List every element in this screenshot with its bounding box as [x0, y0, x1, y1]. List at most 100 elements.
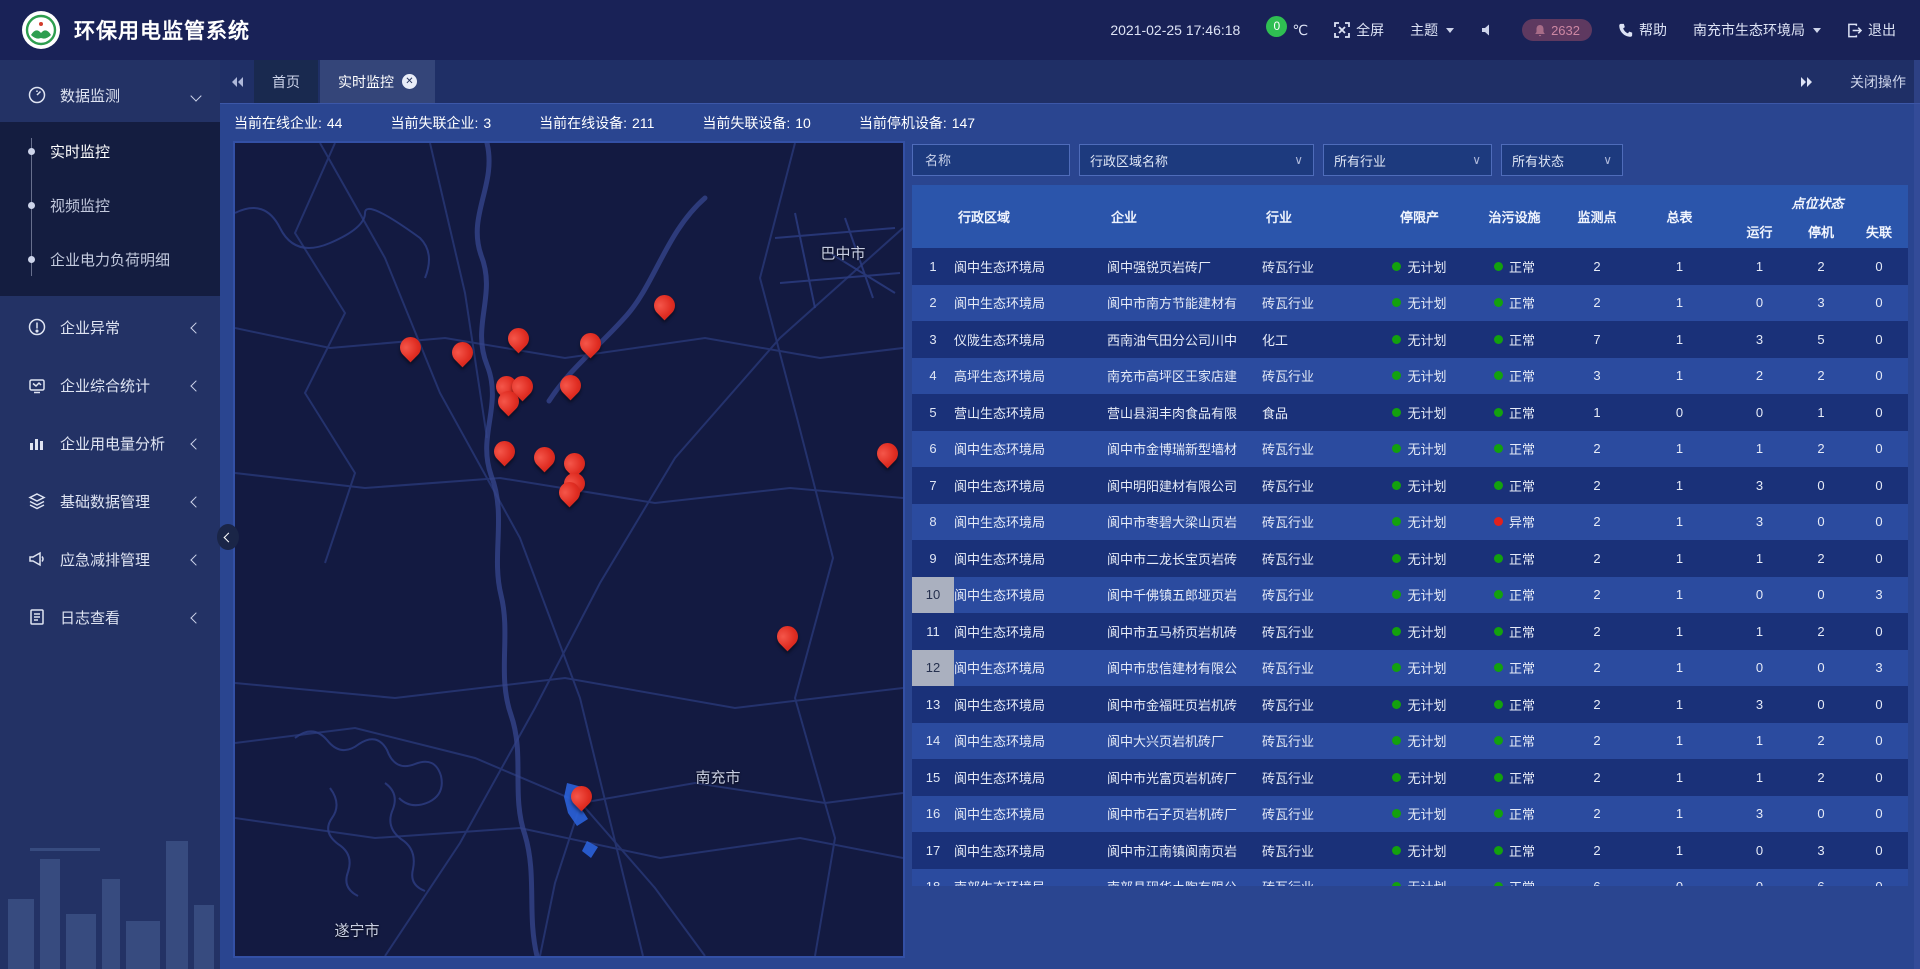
tabs-scroll-right-icon[interactable]	[1790, 76, 1824, 88]
table-row[interactable]: 5营山生态环境局营山县润丰肉食品有限食品无计划正常10010	[912, 394, 1908, 431]
table-row[interactable]: 15阆中生态环境局阆中市光富页岩机砖厂砖瓦行业无计划正常21120	[912, 759, 1908, 796]
mute-speaker-icon[interactable]	[1480, 22, 1496, 38]
stat-item: 当前失联设备:10	[702, 113, 810, 133]
sidebar-item-4[interactable]: 基础数据管理	[0, 474, 220, 528]
cell-region: 阆中生态环境局	[954, 577, 1107, 614]
cell-points: 2	[1562, 650, 1632, 687]
status-filter-select[interactable]: 所有状态 ∨	[1501, 144, 1623, 176]
table-row[interactable]: 7阆中生态环境局阆中明阳建材有限公司砖瓦行业无计划正常21300	[912, 467, 1908, 504]
region-filter-select[interactable]: 行政区域名称 ∨	[1079, 144, 1314, 176]
user-dropdown[interactable]: 南充市生态环境局	[1693, 20, 1821, 40]
cell-lost: 0	[1850, 248, 1908, 285]
tab-1[interactable]: 实时监控✕	[320, 60, 435, 103]
cell-stop: 3	[1792, 285, 1850, 322]
table-row[interactable]: 4高坪生态环境局南充市高坪区王家店建砖瓦行业无计划正常31220	[912, 358, 1908, 395]
stat-item: 当前失联企业:3	[390, 113, 491, 133]
cell-region: 阆中生态环境局	[954, 540, 1107, 577]
sidebar-item-label: 企业异常	[60, 317, 120, 338]
table-row[interactable]: 14阆中生态环境局阆中大兴页岩机砖厂砖瓦行业无计划正常21120	[912, 723, 1908, 760]
cell-limit-status: 无计划	[1372, 504, 1467, 541]
help-button[interactable]: 帮助	[1618, 20, 1667, 40]
scrollbar[interactable]	[1914, 60, 1920, 969]
theme-dropdown[interactable]: 主题	[1410, 20, 1454, 40]
sidebar-item-2[interactable]: 企业综合统计	[0, 358, 220, 412]
cell-limit-status: 无计划	[1372, 613, 1467, 650]
map-panel[interactable]: 巴中市南充市遂宁市	[233, 141, 905, 958]
column-header: 治污设施	[1467, 185, 1562, 248]
fullscreen-button[interactable]: 全屏	[1334, 20, 1384, 40]
status-dot-icon	[1494, 298, 1503, 307]
table-row[interactable]: 17阆中生态环境局阆中市江南镇阆南页岩砖瓦行业无计划正常21030	[912, 832, 1908, 869]
sidebar-item-1[interactable]: 企业异常	[0, 300, 220, 354]
cell-run: 3	[1727, 504, 1792, 541]
sidebar-subitem-0[interactable]: 实时监控	[0, 124, 220, 178]
cell-meters: 1	[1632, 540, 1727, 577]
cell-points: 2	[1562, 613, 1632, 650]
close-operations-button[interactable]: 关闭操作	[1850, 72, 1906, 92]
stat-label: 当前在线设备:	[539, 115, 627, 131]
row-number: 12	[912, 650, 954, 687]
logout-icon	[1847, 23, 1862, 38]
fullscreen-icon	[1334, 22, 1350, 38]
table-row[interactable]: 11阆中生态环境局阆中市五马桥页岩机砖砖瓦行业无计划正常21120	[912, 613, 1908, 650]
sidebar-subitem-1[interactable]: 视频监控	[0, 178, 220, 232]
table-row[interactable]: 2阆中生态环境局阆中市南方节能建材有砖瓦行业无计划正常21030	[912, 285, 1908, 322]
status-dot-icon	[1494, 627, 1503, 636]
sidebar-subitem-2[interactable]: 企业电力负荷明细	[0, 232, 220, 286]
cell-points: 2	[1562, 285, 1632, 322]
cell-stop: 3	[1792, 832, 1850, 869]
stat-item: 当前停机设备:147	[859, 113, 975, 133]
cell-stop: 2	[1792, 358, 1850, 395]
logout-button[interactable]: 退出	[1847, 20, 1896, 40]
table-row[interactable]: 8阆中生态环境局阆中市枣碧大梁山页岩砖瓦行业无计划异常21300	[912, 504, 1908, 541]
cell-company: 阆中强锐页岩砖厂	[1107, 248, 1262, 285]
bar-chart-icon	[28, 434, 48, 452]
sidebar-item-0[interactable]: 数据监测	[0, 68, 220, 122]
table-row[interactable]: 1阆中生态环境局阆中强锐页岩砖厂砖瓦行业无计划正常21120	[912, 248, 1908, 285]
table-row[interactable]: 3仪陇生态环境局西南油气田分公司川中化工无计划正常71350	[912, 321, 1908, 358]
table-row[interactable]: 18南部生态环境局南部县砚华土陶有限公砖瓦行业无计划正常60060	[912, 869, 1908, 887]
cell-limit-status: 无计划	[1372, 540, 1467, 577]
cell-company: 西南油气田分公司川中	[1107, 321, 1262, 358]
cell-run: 0	[1727, 650, 1792, 687]
cell-facility-status: 正常	[1467, 650, 1562, 687]
sidebar-subitem-label: 实时监控	[50, 141, 110, 162]
table-row[interactable]: 12阆中生态环境局阆中市忠信建材有限公砖瓦行业无计划正常21003	[912, 650, 1908, 687]
tab-0[interactable]: 首页	[254, 60, 318, 103]
table-row[interactable]: 13阆中生态环境局阆中市金福旺页岩机砖砖瓦行业无计划正常21300	[912, 686, 1908, 723]
sidebar-item-5[interactable]: 应急减排管理	[0, 532, 220, 586]
cell-region: 阆中生态环境局	[954, 613, 1107, 650]
cell-points: 7	[1562, 321, 1632, 358]
close-icon[interactable]: ✕	[402, 74, 417, 89]
cell-lost: 0	[1850, 759, 1908, 796]
status-dot-icon	[1494, 262, 1503, 271]
row-number: 15	[912, 759, 954, 796]
sidebar-item-6[interactable]: 日志查看	[0, 590, 220, 644]
cell-stop: 0	[1792, 686, 1850, 723]
cell-stop: 0	[1792, 577, 1850, 614]
city-label: 南充市	[695, 767, 740, 788]
cell-stop: 0	[1792, 796, 1850, 833]
row-number: 11	[912, 613, 954, 650]
table-row[interactable]: 6阆中生态环境局阆中市金博瑞新型墙材砖瓦行业无计划正常21120	[912, 431, 1908, 468]
row-number: 18	[912, 869, 954, 887]
table-row[interactable]: 16阆中生态环境局阆中市石子页岩机砖厂砖瓦行业无计划正常21300	[912, 796, 1908, 833]
notification-badge[interactable]: 2632	[1522, 19, 1592, 41]
table-row[interactable]: 10阆中生态环境局阆中千佛镇五郎垭页岩砖瓦行业无计划正常21003	[912, 577, 1908, 614]
cell-region: 阆中生态环境局	[954, 759, 1107, 796]
cell-region: 阆中生态环境局	[954, 723, 1107, 760]
status-dot-icon	[1392, 481, 1401, 490]
name-filter-input[interactable]	[923, 152, 1059, 169]
cell-meters: 1	[1632, 358, 1727, 395]
sidebar-group: 企业综合统计	[0, 358, 220, 412]
tabs-scroll-left-icon[interactable]	[220, 60, 254, 103]
table-row[interactable]: 9阆中生态环境局阆中市二龙长宝页岩砖砖瓦行业无计划正常21120	[912, 540, 1908, 577]
cell-company: 阆中市枣碧大梁山页岩	[1107, 504, 1262, 541]
cell-meters: 0	[1632, 394, 1727, 431]
sidebar-collapse-button[interactable]	[217, 524, 239, 550]
cell-industry: 砖瓦行业	[1262, 832, 1372, 869]
cell-limit-status: 无计划	[1372, 869, 1467, 887]
sidebar-item-3[interactable]: 企业用电量分析	[0, 416, 220, 470]
cell-stop: 2	[1792, 540, 1850, 577]
industry-filter-select[interactable]: 所有行业 ∨	[1323, 144, 1492, 176]
